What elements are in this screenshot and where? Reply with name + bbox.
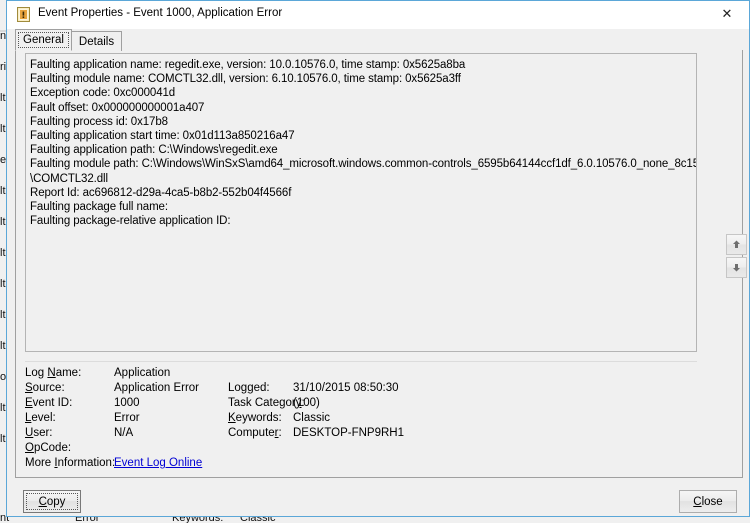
event-description-textbox[interactable]: Faulting application name: regedit.exe, … [25,53,697,352]
details-label: User: [25,427,53,439]
details-row: Source: Application Error Logged: 31/10/201… [25,382,705,397]
description-line: Faulting package full name: [30,201,168,214]
description-line: Exception code: 0xc000041d [30,87,176,100]
details-value: Error [114,412,140,424]
details-row: OpCode: [25,442,705,457]
description-line: Fault offset: 0x000000000001a407 [30,101,205,114]
description-line: Faulting application path: C:\Windows\re… [30,144,278,157]
title-bar: Event Properties - Event 1000, Applicati… [7,1,749,29]
details-value: DESKTOP-FNP9RH1 [293,427,404,439]
details-label: Level: [25,412,56,424]
tab-details[interactable]: Details [70,31,123,51]
event-details-grid: Log Name: Application Source: Application E… [25,367,705,472]
details-divider [25,361,697,362]
event-log-online-link[interactable]: Event Log Online [114,457,202,469]
copy-button[interactable]: Copy [23,490,81,513]
details-label: Computer: [228,427,282,439]
details-value: Classic [293,412,331,424]
window-title: Event Properties - Event 1000, Applicati… [38,7,283,19]
description-line: Report Id: ac696812-d29a-4ca5-b8b2-552b0… [30,186,292,199]
arrow-up-icon [733,240,740,248]
details-value: 31/10/2015 08:50:30 [293,382,399,394]
details-label: OpCode: [25,442,72,454]
close-button[interactable]: Close [679,490,737,513]
next-event-button[interactable] [726,257,747,278]
tab-general[interactable]: General [15,29,72,51]
details-value: Application Error [114,382,200,394]
details-value: 1000 [114,397,140,409]
event-error-icon [16,7,31,22]
more-information-label: More Information: [25,457,116,469]
description-line: Faulting package-relative application ID… [30,215,231,228]
arrow-down-icon [733,264,740,272]
window-close-icon[interactable]: ✕ [705,1,749,27]
tab-general-label: General [23,34,64,46]
previous-event-button[interactable] [726,234,747,255]
details-label: Event ID: [25,397,73,409]
description-line: Faulting process id: 0x17b8 [30,115,168,128]
details-label: Source: [25,382,65,394]
details-row: Log Name: Application [25,367,705,382]
description-line: Faulting module path: C:\Windows\WinSxS\… [30,158,696,171]
details-value: Application [114,367,171,379]
tab-details-label: Details [78,35,115,48]
details-label: Keywords: [228,412,282,424]
copy-button-label: Copy [38,495,66,508]
details-value: (100) [293,397,320,409]
description-line: Faulting module name: COMCTL32.dll, vers… [30,73,461,86]
tab-strip: General Details [15,29,123,51]
description-line: Faulting application name: regedit.exe, … [30,59,466,71]
details-value: N/A [114,427,134,439]
details-row: Level: Error Keywords: Classic [25,412,705,427]
close-button-label: Close [693,495,723,508]
details-label: Logged: [228,382,270,394]
details-row: User: N/A Computer: DESKTOP-FNP9RH1 [25,427,705,442]
more-information-row: More Information: Event Log Online [25,457,705,472]
event-properties-dialog: Event Properties - Event 1000, Applicati… [6,0,750,517]
description-line: Faulting application start time: 0x01d11… [30,130,295,143]
description-line: \COMCTL32.dll [30,172,108,185]
details-row: Event ID: 1000 Task Category: (100) [25,397,705,412]
details-label: Log Name: [25,367,82,379]
